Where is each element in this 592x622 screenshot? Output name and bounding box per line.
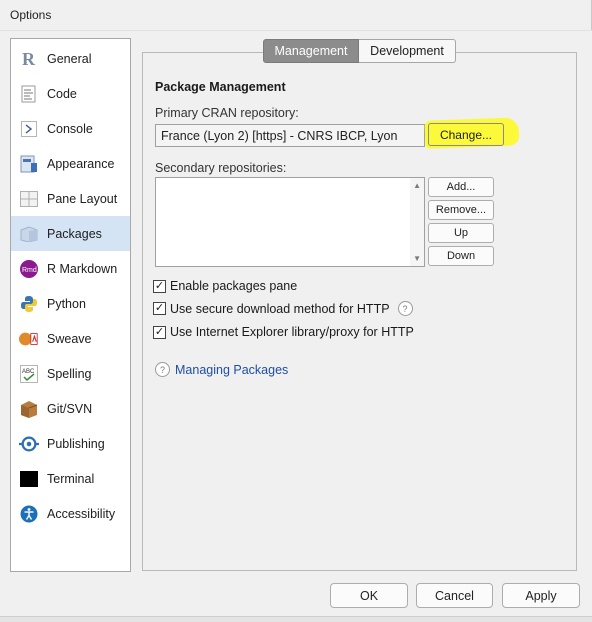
sidebar-item-label: Sweave xyxy=(47,331,92,346)
sidebar-item-terminal[interactable]: Terminal xyxy=(11,461,130,496)
secondary-repo-label: Secondary repositories: xyxy=(155,161,287,175)
checkbox-checked-icon[interactable]: ✓ xyxy=(153,279,166,293)
sidebar-item-publishing[interactable]: Publishing xyxy=(11,426,130,461)
svg-text:R: R xyxy=(22,50,36,68)
appearance-icon xyxy=(19,154,39,174)
publishing-icon xyxy=(19,434,39,454)
up-button[interactable]: Up xyxy=(428,223,494,243)
accessibility-icon xyxy=(19,504,39,524)
checkbox-checked-icon[interactable]: ✓ xyxy=(153,325,166,339)
sidebar-item-pane-layout[interactable]: Pane Layout xyxy=(11,181,130,216)
secure-download-option[interactable]: ✓ Use secure download method for HTTP ? xyxy=(153,301,413,316)
enable-packages-pane-option[interactable]: ✓ Enable packages pane xyxy=(153,279,297,293)
scroll-down-icon[interactable]: ▼ xyxy=(413,254,421,263)
sidebar-item-console[interactable]: Console xyxy=(11,111,130,146)
sidebar-item-python[interactable]: Python xyxy=(11,286,130,321)
scroll-up-icon[interactable]: ▲ xyxy=(413,181,421,190)
help-icon: ? xyxy=(155,362,170,377)
tab-management[interactable]: Management xyxy=(263,39,359,63)
sidebar-item-packages[interactable]: Packages xyxy=(11,216,130,251)
ok-button[interactable]: OK xyxy=(330,583,408,608)
sweave-icon xyxy=(19,329,39,349)
primary-repo-field: France (Lyon 2) [https] - CNRS IBCP, Lyo… xyxy=(155,124,425,147)
sidebar-item-spelling[interactable]: ABC Spelling xyxy=(11,356,130,391)
title-bar: Options xyxy=(0,0,592,31)
sidebar-item-label: Code xyxy=(47,86,77,101)
sidebar-item-label: Accessibility xyxy=(47,506,116,521)
sidebar-item-label: R Markdown xyxy=(47,261,118,276)
sidebar-item-general[interactable]: R General xyxy=(11,41,130,76)
rmarkdown-icon: Rmd xyxy=(19,259,39,279)
code-document-icon xyxy=(19,84,39,104)
apply-button[interactable]: Apply xyxy=(502,583,580,608)
checkbox-label: Use Internet Explorer library/proxy for … xyxy=(170,325,414,339)
sidebar-item-label: Python xyxy=(47,296,86,311)
cancel-button[interactable]: Cancel xyxy=(416,583,493,608)
spelling-icon: ABC xyxy=(19,364,39,384)
checkbox-label: Enable packages pane xyxy=(170,279,298,293)
svg-text:Rmd: Rmd xyxy=(22,267,37,274)
checkbox-checked-icon[interactable]: ✓ xyxy=(153,302,166,315)
sidebar-item-label: Publishing xyxy=(47,436,105,451)
sidebar-item-label: General xyxy=(47,51,92,66)
r-logo-icon: R xyxy=(19,49,39,69)
help-icon[interactable]: ? xyxy=(397,301,413,316)
options-sidebar: R General Code Console Appearance Pane L… xyxy=(10,38,131,572)
tab-bar: Management Development xyxy=(263,39,456,64)
window-bottom-edge xyxy=(0,616,592,622)
sidebar-item-accessibility[interactable]: Accessibility xyxy=(11,496,130,531)
sidebar-item-code[interactable]: Code xyxy=(11,76,130,111)
sidebar-item-git-svn[interactable]: Git/SVN xyxy=(11,391,130,426)
down-button[interactable]: Down xyxy=(428,246,494,266)
remove-button[interactable]: Remove... xyxy=(428,200,494,220)
packages-icon xyxy=(19,224,39,244)
sidebar-item-label: Packages xyxy=(47,226,102,241)
sidebar-item-label: Pane Layout xyxy=(47,191,118,206)
git-svn-icon xyxy=(19,399,39,419)
pane-layout-icon xyxy=(19,189,39,209)
sidebar-item-appearance[interactable]: Appearance xyxy=(11,146,130,181)
sidebar-item-label: Spelling xyxy=(47,366,92,381)
sidebar-item-r-markdown[interactable]: Rmd R Markdown xyxy=(11,251,130,286)
terminal-icon xyxy=(19,469,39,489)
managing-packages-link-text[interactable]: Managing Packages xyxy=(175,363,288,377)
python-icon xyxy=(19,294,39,314)
checkbox-label: Use secure download method for HTTP xyxy=(170,301,390,316)
sidebar-item-label: Console xyxy=(47,121,93,136)
change-button[interactable]: Change... xyxy=(428,123,504,146)
ie-proxy-option[interactable]: ✓ Use Internet Explorer library/proxy fo… xyxy=(153,325,414,339)
managing-packages-link[interactable]: ? Managing Packages xyxy=(155,362,288,377)
sidebar-item-label: Appearance xyxy=(47,156,115,171)
sidebar-item-sweave[interactable]: Sweave xyxy=(11,321,130,356)
sidebar-item-label: Terminal xyxy=(47,471,95,486)
tab-development[interactable]: Development xyxy=(359,39,456,63)
primary-repo-label: Primary CRAN repository: xyxy=(155,106,299,120)
sidebar-item-label: Git/SVN xyxy=(47,401,93,416)
console-prompt-icon xyxy=(19,119,39,139)
section-title: Package Management xyxy=(155,80,286,94)
window-title: Options xyxy=(10,8,52,22)
scrollbar[interactable]: ▲ ▼ xyxy=(410,178,424,266)
add-button[interactable]: Add... xyxy=(428,177,494,197)
secondary-repo-list[interactable]: ▲ ▼ xyxy=(155,177,425,267)
